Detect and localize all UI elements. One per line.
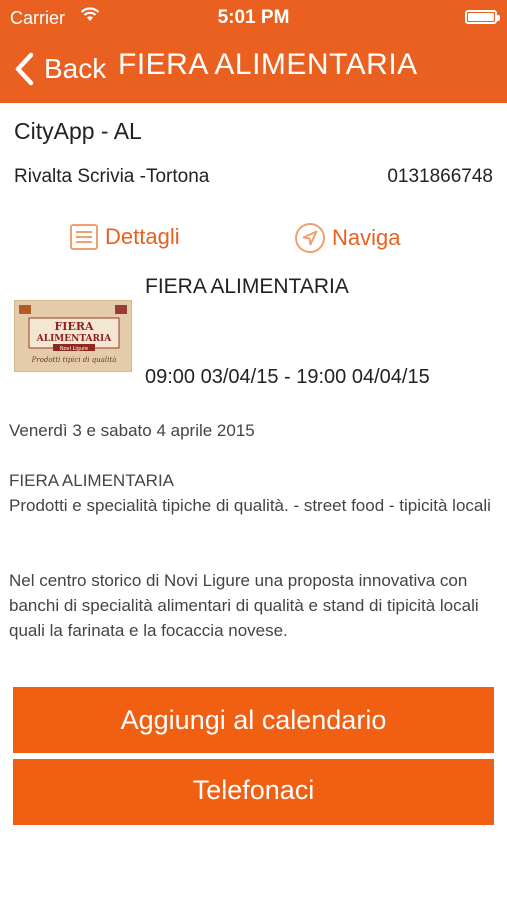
chevron-left-icon	[15, 52, 34, 86]
svg-text:FIERA: FIERA	[54, 320, 93, 333]
svg-text:Prodotti tipici di qualità: Prodotti tipici di qualità	[31, 356, 117, 364]
details-link-label: Dettagli	[105, 224, 180, 249]
status-time: 5:01 PM	[217, 7, 290, 28]
navigate-link[interactable]: Naviga	[294, 222, 400, 254]
description-subtitle: Prodotti e specialità tipiche di qualità…	[9, 496, 491, 515]
navigation-bar: Carrier 5:01 PM Back FIERA ALIMENTARIA	[0, 0, 507, 103]
battery-icon	[465, 10, 500, 24]
description-body: Nel centro storico di Novi Ligure una pr…	[9, 571, 479, 640]
call-button[interactable]: Telefonaci	[13, 759, 494, 825]
svg-text:Novi Ligure: Novi Ligure	[60, 346, 88, 352]
place-name: CityApp - AL	[14, 118, 142, 144]
navigate-link-label: Naviga	[332, 225, 401, 250]
svg-text:ALIMENTARIA: ALIMENTARIA	[36, 334, 112, 344]
list-icon	[70, 224, 98, 250]
event-image: FIERA ALIMENTARIA Novi Ligure Prodotti t…	[14, 300, 132, 372]
event-datetime: 09:00 03/04/15 - 19:00 04/04/15	[145, 366, 430, 388]
status-bar: Carrier 5:01 PM	[0, 0, 507, 36]
add-to-calendar-button[interactable]: Aggiungi al calendario	[13, 687, 494, 753]
event-date-text: Venerdì 3 e sabato 4 aprile 2015	[9, 421, 255, 440]
back-button[interactable]: Back	[12, 49, 106, 89]
navigation-arrow-icon	[295, 223, 325, 253]
place-phone[interactable]: 0131866748	[387, 166, 493, 188]
event-title: FIERA ALIMENTARIA	[145, 275, 349, 298]
back-button-label: Back	[44, 53, 107, 84]
place-address: Rivalta Scrivia -Tortona	[14, 166, 210, 187]
details-link[interactable]: Dettagli	[69, 222, 180, 252]
description-title: FIERA ALIMENTARIA	[9, 471, 175, 490]
page-title: FIERA ALIMENTARIA	[118, 48, 418, 81]
